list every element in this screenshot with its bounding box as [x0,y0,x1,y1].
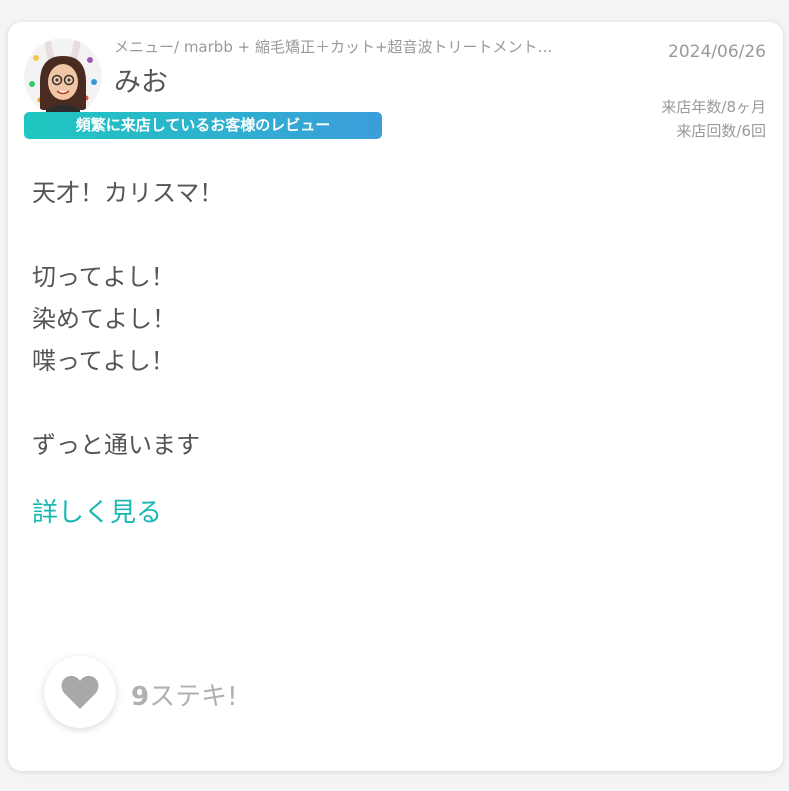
review-line: 染めてよし！ [32,305,176,333]
like-count-label: 9ステキ! [131,676,238,713]
avatar [24,38,102,116]
review-line: 切ってよし！ [32,263,175,291]
heart-icon [61,675,99,709]
review-line: ずっと通います [32,431,200,459]
review-card: メニュー/ marbb + 縮毛矯正＋カット+超音波トリートメント… みお 20… [8,22,783,771]
review-line [32,382,752,424]
review-line: 喋ってよし！ [32,347,175,375]
user-name: みお [114,67,168,98]
like-label: ステキ! [149,682,238,712]
like-count: 9 [131,682,150,712]
read-more-link[interactable]: 詳しく見る [32,492,162,529]
menu-text: メニュー/ marbb + 縮毛矯正＋カット+超音波トリートメント… [114,38,553,56]
review-line: 天才！カリスマ！ [32,179,224,207]
like-button[interactable] [44,656,116,728]
review-line [32,214,752,256]
visit-count: 来店回数/6回 [676,122,766,140]
frequent-visitor-badge: 頻繁に来店しているお客様のレビュー [24,112,382,139]
review-body: 天才！カリスマ！ 切ってよし！ 染めてよし！ 喋ってよし！ ずっと通います [32,172,752,466]
review-date: 2024/06/26 [668,42,766,62]
visit-duration: 来店年数/8ヶ月 [661,98,766,116]
avatar-illustration [24,38,102,116]
